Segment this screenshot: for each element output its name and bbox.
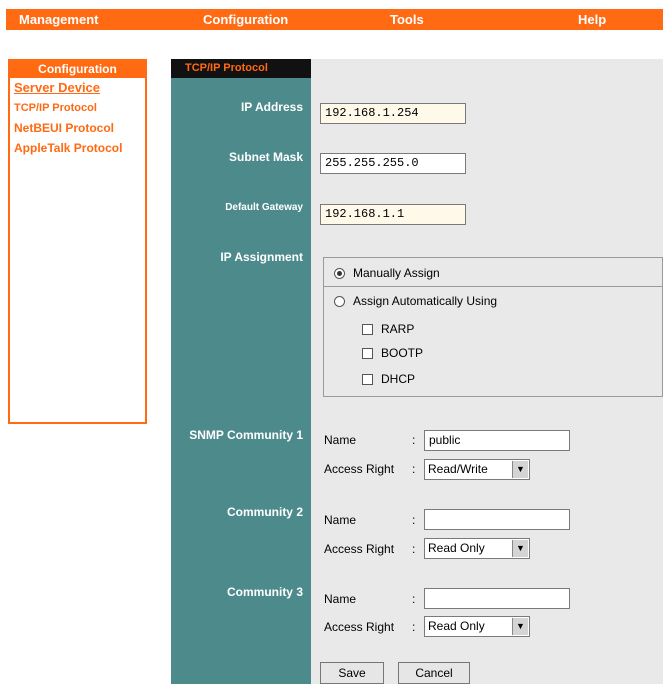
auto-assign-text: Assign Automatically Using <box>353 294 498 308</box>
cancel-button[interactable]: Cancel <box>398 662 470 684</box>
ip-address-input[interactable]: 192.168.1.254 <box>320 103 466 124</box>
snmp3-access-select[interactable]: Read Only ▼ <box>424 616 530 637</box>
community-2-label: Community 2 <box>226 505 303 519</box>
nav-help[interactable]: Help <box>578 12 606 27</box>
community-3-label: Community 3 <box>226 585 303 599</box>
save-button[interactable]: Save <box>320 662 384 684</box>
default-gateway-input[interactable]: 192.168.1.1 <box>320 204 466 225</box>
chevron-down-icon: ▼ <box>512 540 528 557</box>
ip-assignment-label: IP Assignment <box>220 250 303 264</box>
sidebar-item-appletalk-protocol[interactable]: AppleTalk Protocol <box>14 138 145 158</box>
snmp-community-1-label: SNMP Community 1 <box>189 428 303 442</box>
auto-assign-option[interactable]: Assign Automatically Using <box>334 294 497 308</box>
snmp1-name-input[interactable]: public <box>424 430 570 451</box>
sidebar-header: Configuration <box>10 61 145 78</box>
snmp1-access-label: Access Right <box>324 462 395 476</box>
dhcp-option[interactable]: DHCP <box>362 372 415 386</box>
snmp2-name-input[interactable] <box>424 509 570 530</box>
snmp2-access-value: Read Only <box>428 541 485 555</box>
sidebar-item-netbeui-protocol[interactable]: NetBEUI Protocol <box>14 118 145 138</box>
snmp3-name-label: Name <box>324 592 357 606</box>
nav-configuration[interactable]: Configuration <box>203 12 288 27</box>
snmp2-access-label: Access Right <box>324 542 395 556</box>
snmp1-access-value: Read/Write <box>428 462 488 476</box>
subnet-mask-label: Subnet Mask <box>228 150 303 164</box>
bootp-checkbox[interactable] <box>362 347 373 359</box>
subnet-mask-input[interactable]: 255.255.255.0 <box>320 153 466 174</box>
sidebar-item-server-device[interactable]: Server Device <box>14 78 145 98</box>
sidebar-item-tcpip-protocol[interactable]: TCP/IP Protocol <box>14 98 145 118</box>
top-navigation-bar: Management Configuration Tools Help <box>6 9 663 30</box>
default-gateway-label: Default Gateway <box>225 202 303 213</box>
bootp-text: BOOTP <box>381 346 424 360</box>
nav-tools[interactable]: Tools <box>390 12 424 27</box>
manual-assign-option[interactable]: Manually Assign <box>334 266 440 280</box>
rarp-option[interactable]: RARP <box>362 322 414 336</box>
snmp2-access-select[interactable]: Read Only ▼ <box>424 538 530 559</box>
manual-assign-text: Manually Assign <box>353 266 440 280</box>
chevron-down-icon: ▼ <box>512 618 528 635</box>
rarp-text: RARP <box>381 322 415 336</box>
manual-assign-radio[interactable] <box>334 267 345 279</box>
snmp1-name-label: Name <box>324 433 357 447</box>
bootp-option[interactable]: BOOTP <box>362 346 423 360</box>
group-divider <box>324 286 662 287</box>
snmp2-name-label: Name <box>324 513 357 527</box>
rarp-checkbox[interactable] <box>362 323 373 335</box>
ip-address-label: IP Address <box>240 100 303 114</box>
panel-tab-title: TCP/IP Protocol <box>171 59 311 78</box>
ip-assignment-group: Manually Assign Assign Automatically Usi… <box>323 257 663 397</box>
snmp1-access-select[interactable]: Read/Write ▼ <box>424 459 530 480</box>
configuration-sidebar: Configuration Server Device TCP/IP Proto… <box>8 59 147 424</box>
nav-management[interactable]: Management <box>19 12 98 27</box>
dhcp-text: DHCP <box>381 372 416 386</box>
snmp3-access-value: Read Only <box>428 619 485 633</box>
dhcp-checkbox[interactable] <box>362 373 373 385</box>
auto-assign-radio[interactable] <box>334 295 345 307</box>
snmp3-name-input[interactable] <box>424 588 570 609</box>
chevron-down-icon: ▼ <box>512 461 528 478</box>
snmp3-access-label: Access Right <box>324 620 395 634</box>
